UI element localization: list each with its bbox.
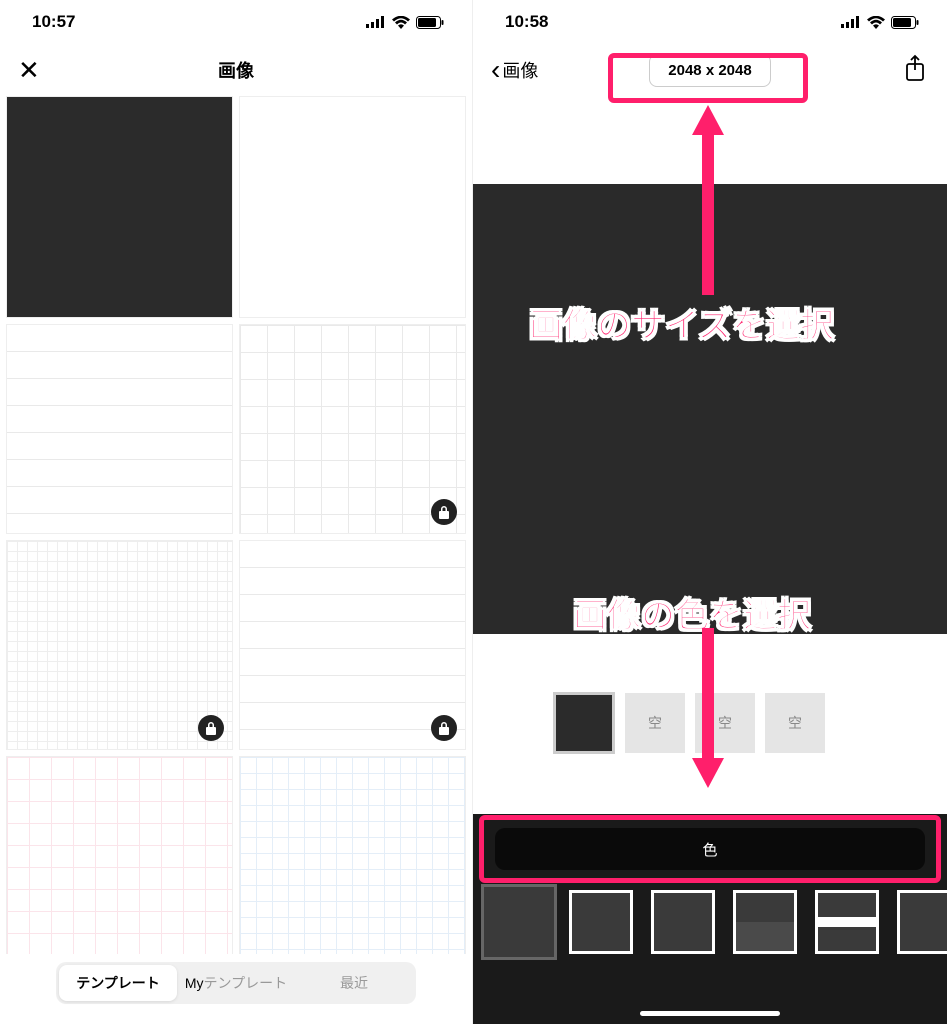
preset-row: 空 空 空 [473,634,947,764]
color-tab[interactable]: 色 [495,828,925,870]
swatch-partial[interactable] [891,884,947,960]
signal-icon [366,16,386,28]
template-tile-fine-grid[interactable] [6,540,233,750]
template-tile-lines[interactable] [6,324,233,534]
segmented-control: テンプレート Myテンプレート 最近 [56,962,416,1004]
segment-template[interactable]: テンプレート [59,965,177,1001]
back-label: 画像 [502,57,538,83]
nav-title: 画像 [218,57,254,83]
swatch-outline[interactable] [563,884,639,960]
lock-icon [431,499,457,525]
back-button[interactable]: ‹ 画像 [491,56,538,84]
template-tile-dark[interactable] [6,96,233,318]
template-grid [0,96,472,954]
status-bar: 10:57 [0,0,472,44]
template-tile-grid[interactable] [239,324,466,534]
status-indicators [366,16,444,29]
lock-icon [198,715,224,741]
home-indicator [640,1011,780,1016]
template-tile-lines-2[interactable] [239,540,466,750]
preset-tile-empty[interactable]: 空 [695,693,755,753]
status-time: 10:57 [32,12,75,32]
share-icon [903,54,927,87]
battery-icon [891,16,919,29]
swatch-stripe[interactable] [809,884,885,960]
preset-tile-empty[interactable]: 空 [625,693,685,753]
lock-icon [431,715,457,741]
wifi-icon [392,16,410,29]
preset-tile-empty[interactable]: 空 [765,693,825,753]
chevron-left-icon: ‹ [491,56,500,84]
signal-icon [841,16,861,28]
template-tile-white[interactable] [239,96,466,318]
swatch-gradient[interactable] [727,884,803,960]
nav-bar: ✕ 画像 [0,44,472,96]
swatch-outline-2[interactable] [645,884,721,960]
close-icon: ✕ [18,57,40,83]
preset-tile-selected[interactable] [553,692,615,754]
swatch-solid-dark[interactable] [481,884,557,960]
left-screenshot: 10:57 ✕ 画像 [0,0,473,1024]
canvas-preview[interactable] [473,184,947,634]
bottom-panel: 色 [473,814,947,1024]
share-button[interactable] [903,54,927,87]
wifi-icon [867,16,885,29]
status-bar: 10:58 [473,0,947,44]
size-button[interactable]: 2048 x 2048 [649,54,770,87]
segment-recent[interactable]: 最近 [295,965,413,1001]
template-tile-pink-grid[interactable] [6,756,233,954]
close-button[interactable]: ✕ [18,57,40,83]
template-tile-blue-grid[interactable] [239,756,466,954]
nav-bar: ‹ 画像 2048 x 2048 [473,44,947,96]
right-screenshot: 10:58 ‹ 画像 2048 x 2048 空 空 [473,0,947,1024]
status-time: 10:58 [505,12,548,32]
battery-icon [416,16,444,29]
status-indicators [841,16,919,29]
segment-my-template[interactable]: Myテンプレート [177,965,295,1001]
swatch-row [473,880,947,964]
